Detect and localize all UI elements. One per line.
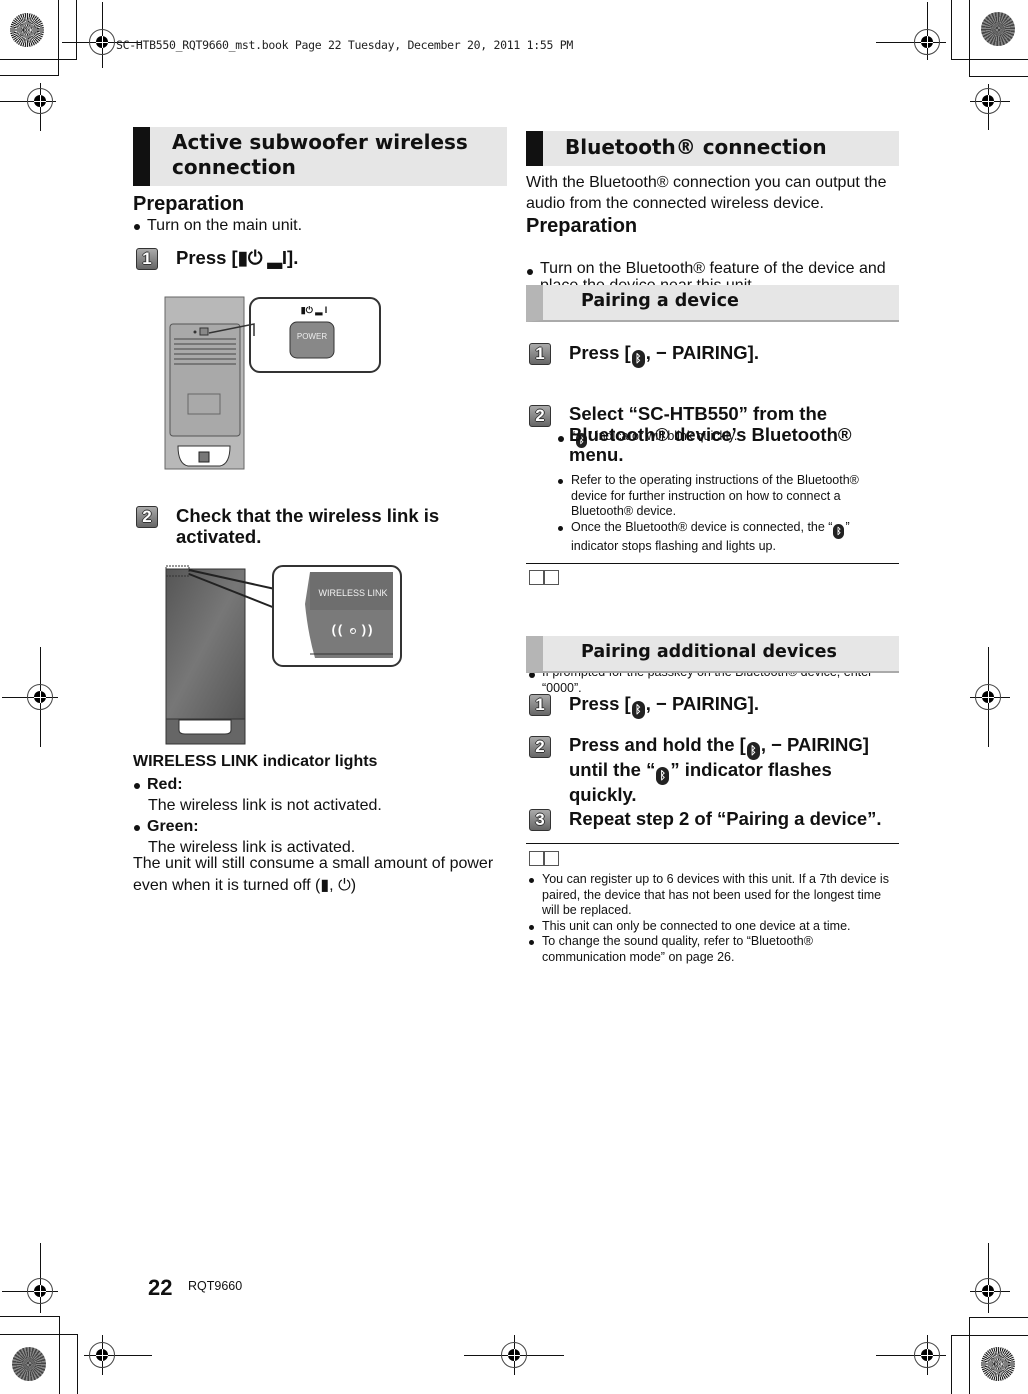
crop-line bbox=[969, 1317, 970, 1394]
indicator-list: Red: The wireless link is not activated.… bbox=[133, 774, 513, 858]
preparation-heading: Preparation bbox=[526, 215, 638, 237]
document-code: RQT9660 bbox=[188, 1279, 243, 1293]
page-number: 22 bbox=[148, 1275, 173, 1300]
additional-step-1: 1 Press [ᛒ, − PAIRING]. bbox=[529, 693, 759, 719]
crop-line bbox=[59, 1316, 60, 1394]
indicator-label-red: Red: bbox=[133, 774, 513, 795]
subsection-title: Pairing additional devices bbox=[581, 642, 837, 662]
step-number-badge: 1 bbox=[529, 343, 551, 365]
note-book-icon bbox=[529, 851, 559, 866]
tip-item: You can register up to 6 devices with th… bbox=[528, 872, 898, 919]
crop-line bbox=[0, 75, 58, 76]
step-number-badge: 2 bbox=[136, 506, 158, 528]
tip-item: To change the sound quality, refer to “B… bbox=[528, 934, 842, 965]
wireless-link-label: WIRELESS LINK bbox=[318, 588, 388, 598]
crop-line bbox=[77, 1334, 78, 1394]
divider bbox=[526, 843, 899, 844]
crop-line bbox=[951, 59, 1028, 60]
step-number-badge: 2 bbox=[529, 736, 551, 758]
step-text: Select “SC-HTB550” from the Bluetooth® d… bbox=[569, 403, 852, 465]
color-target-icon bbox=[981, 12, 1015, 46]
step-text-part: , − PAIRING]. bbox=[645, 342, 759, 363]
crop-line bbox=[951, 1335, 1028, 1336]
subsection-header-additional: Pairing additional devices bbox=[526, 636, 899, 673]
step-text-part: Press and hold the [ bbox=[569, 734, 746, 755]
divider bbox=[526, 563, 899, 564]
power-button-label: POWER bbox=[296, 332, 328, 341]
color-target-icon bbox=[10, 13, 44, 47]
power-mode-symbols: ▮⏻ ▂ I bbox=[300, 305, 328, 315]
section-title: Bluetooth® connection bbox=[565, 135, 827, 159]
pairing-step-1: 1 Press [ᛒ, − PAIRING]. bbox=[529, 342, 759, 368]
preparation-heading: Preparation bbox=[133, 193, 245, 215]
crop-line bbox=[76, 0, 77, 60]
section-title: Active subwoofer wireless connection bbox=[172, 130, 468, 179]
crop-line bbox=[969, 76, 1028, 77]
color-target-icon bbox=[12, 1347, 46, 1381]
crop-line bbox=[969, 1317, 1028, 1318]
step-text-part: , − PAIRING]. bbox=[645, 693, 759, 714]
tip-item: This unit can only be connected to one d… bbox=[528, 919, 898, 935]
wireless-link-indicator-icon: (( · )) bbox=[331, 622, 375, 637]
step-text: Repeat step 2 of “Pairing a device”. bbox=[569, 808, 882, 829]
indicator-desc-red: The wireless link is not activated. bbox=[148, 797, 382, 814]
indicator-heading: WIRELESS LINK indicator lights bbox=[133, 753, 378, 770]
color-target-icon bbox=[981, 1347, 1015, 1381]
step-text: Press [ᛒ, − PAIRING]. bbox=[569, 342, 759, 368]
note-item: Refer to the operating instructions of t… bbox=[557, 473, 887, 520]
step-number-badge: 2 bbox=[529, 405, 551, 427]
bluetooth-icon: ᛒ bbox=[656, 767, 670, 785]
bluetooth-icon: ᛒ bbox=[746, 742, 760, 760]
crop-line bbox=[951, 0, 952, 60]
subwoofer-power-illustration: POWER ▮⏻ ▂ I bbox=[164, 296, 384, 472]
subsection-title: Pairing a device bbox=[581, 291, 739, 311]
note-book-icon bbox=[529, 570, 559, 585]
step-text: Press [ᛒ, − PAIRING]. bbox=[569, 693, 759, 719]
bluetooth-icon: ᛒ bbox=[833, 523, 845, 539]
wireless-link-illustration: WIRELESS LINK (( · )) bbox=[165, 564, 405, 746]
pairing-step-2: 2 Select “SC-HTB550” from the Bluetooth®… bbox=[529, 403, 869, 466]
step-text: Press [▮⏻ ▂I]. bbox=[176, 247, 299, 268]
note-text-part: Once the Bluetooth® device is connected,… bbox=[571, 519, 833, 534]
step-2: 2 Check that the wireless link is activa… bbox=[136, 505, 476, 547]
step-text-part: Press [ bbox=[569, 342, 631, 363]
step-text-part: Press [ bbox=[569, 693, 631, 714]
bluetooth-icon: ᛒ bbox=[631, 350, 645, 368]
subsection-header-pairing: Pairing a device bbox=[526, 285, 899, 322]
section-header-bluetooth: Bluetooth® connection bbox=[526, 131, 899, 166]
crop-line bbox=[951, 1335, 952, 1394]
step-number-badge: 1 bbox=[136, 248, 158, 270]
additional-tips: You can register up to 6 devices with th… bbox=[528, 872, 898, 965]
power-consumption-note: The unit will still consume a small amou… bbox=[133, 855, 494, 894]
crop-line bbox=[0, 1334, 77, 1335]
step-text: Press and hold the [ᛒ, − PAIRING] until … bbox=[569, 734, 899, 806]
additional-step-2: 2 Press and hold the [ᛒ, − PAIRING] unti… bbox=[529, 734, 899, 806]
pairing-step-2-notes: Refer to the operating instructions of t… bbox=[557, 473, 887, 554]
additional-step-3: 3 Repeat step 2 of “Pairing a device”. bbox=[529, 808, 882, 831]
crop-line bbox=[58, 0, 59, 76]
step-text: Check that the wireless link is activate… bbox=[176, 505, 440, 547]
step-number-badge: 3 bbox=[529, 809, 551, 831]
crop-line bbox=[0, 59, 76, 60]
step-number-badge: 1 bbox=[529, 694, 551, 716]
step-1: 1 Press [▮⏻ ▂I]. bbox=[136, 247, 298, 270]
indicator-label-green: Green: bbox=[133, 816, 513, 837]
bluetooth-intro: With the Bluetooth® connection you can o… bbox=[526, 174, 887, 212]
note-item: Once the Bluetooth® device is connected,… bbox=[557, 520, 887, 555]
print-header: SC-HTB550_RQT9660_mst.book Page 22 Tuesd… bbox=[116, 38, 574, 52]
section-header-subwoofer: Active subwoofer wireless connection bbox=[133, 127, 507, 186]
crop-line bbox=[969, 0, 970, 77]
bluetooth-icon: ᛒ bbox=[631, 701, 645, 719]
crop-line bbox=[0, 1316, 59, 1317]
